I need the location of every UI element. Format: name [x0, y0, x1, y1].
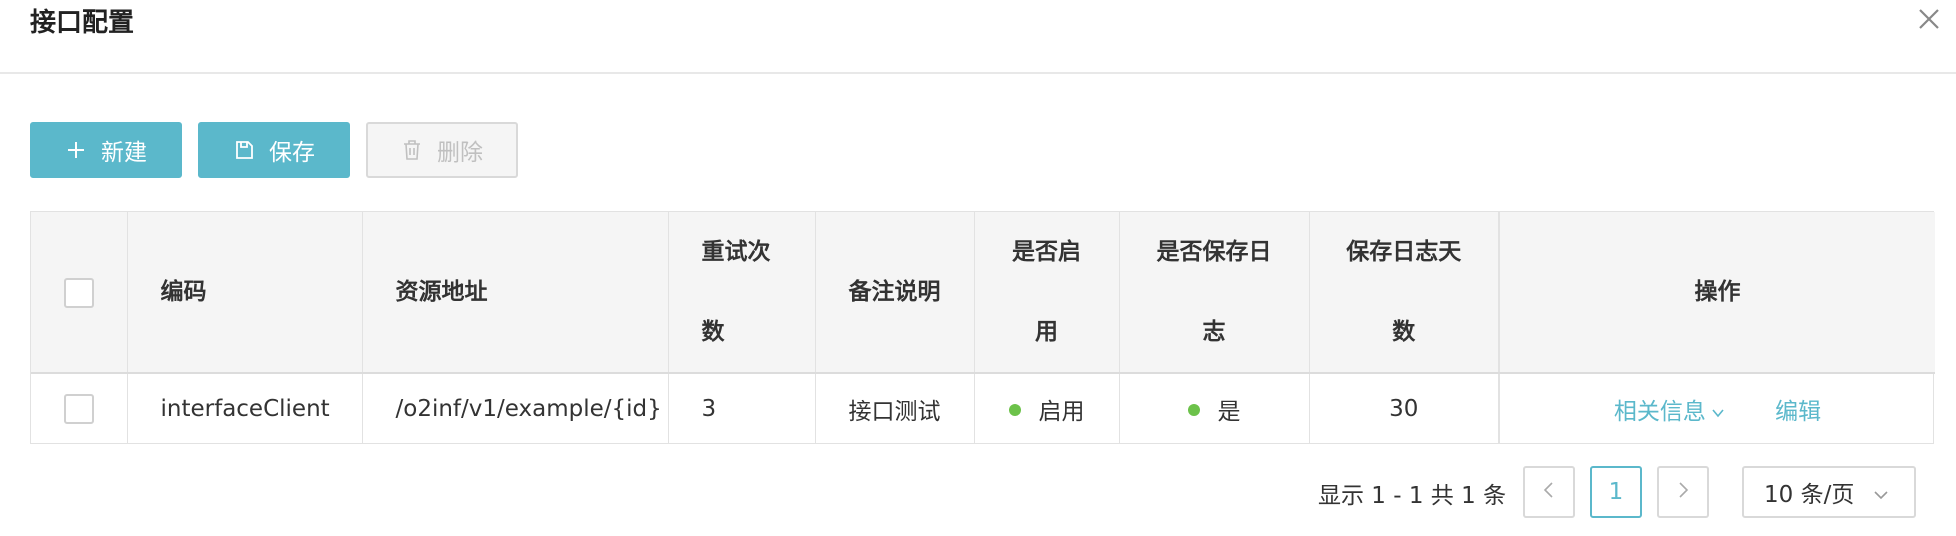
header-code: 编码 [127, 212, 363, 374]
cell-resource: /o2inf/v1/example/{id} [362, 373, 669, 443]
status-dot-icon [1187, 404, 1200, 416]
select-all-checkbox[interactable] [63, 277, 94, 308]
chevron-down-icon [1710, 401, 1726, 418]
cell-code: interfaceClient [127, 373, 363, 443]
header-save-log-line1: 是否保存日 [1156, 239, 1272, 265]
modal-title: 接口配置 [30, 8, 135, 38]
header-enabled-line1: 是否启 [1012, 239, 1081, 265]
prev-page-button[interactable] [1523, 466, 1575, 518]
header-actions: 操作 [1498, 212, 1935, 374]
status-dot-icon [1008, 404, 1021, 416]
new-button[interactable]: 新建 [30, 122, 182, 178]
cell-enabled: 启用 [974, 373, 1120, 443]
chevron-right-icon [1674, 481, 1692, 503]
close-icon[interactable] [1914, 4, 1944, 34]
cell-log-days: 30 [1309, 373, 1500, 443]
save-button[interactable]: 保存 [198, 122, 350, 178]
header-retries-line2: 数 [701, 319, 725, 345]
related-info-dropdown[interactable]: 相关信息 [1614, 399, 1733, 425]
table-header-row: 编码 资源地址 重试次 数 备注说明 是否启 用 是否保存日 志 保存日志天 数 [31, 212, 1935, 374]
cell-remark: 接口测试 [815, 373, 975, 443]
header-remark: 备注说明 [815, 212, 975, 374]
interface-table: 编码 资源地址 重试次 数 备注说明 是否启 用 是否保存日 志 保存日志天 数 [30, 211, 1935, 444]
edit-link[interactable]: 编辑 [1775, 399, 1821, 425]
related-info-label: 相关信息 [1613, 398, 1706, 425]
header-retries: 重试次 数 [668, 212, 816, 374]
header-log-days-line2: 数 [1392, 319, 1416, 345]
toolbar: 新建 保存 删除 [30, 122, 518, 178]
page-size-label: 10 条/页 [1764, 482, 1855, 508]
save-button-label: 保存 [269, 140, 315, 166]
header-enabled: 是否启 用 [974, 212, 1120, 374]
plus-icon [65, 139, 87, 161]
header-enabled-line2: 用 [1035, 319, 1058, 345]
header-save-log-line2: 志 [1202, 319, 1226, 345]
chevron-left-icon [1540, 481, 1558, 503]
header-resource: 资源地址 [362, 212, 669, 374]
row-checkbox[interactable] [63, 393, 94, 424]
header-log-days-line1: 保存日志天 [1346, 239, 1462, 265]
chevron-down-icon [1872, 484, 1890, 502]
header-retries-line1: 重试次 [701, 239, 771, 265]
page-size-select[interactable]: 10 条/页 [1742, 466, 1916, 518]
modal-header: 接口配置 [0, 0, 1956, 74]
save-icon [233, 139, 255, 161]
trash-icon [401, 139, 423, 161]
row-select-cell [31, 373, 128, 443]
delete-button-label: 删除 [437, 140, 483, 166]
page-number-button[interactable]: 1 [1590, 466, 1642, 518]
cell-save-log: 是 [1119, 373, 1310, 443]
new-button-label: 新建 [101, 140, 147, 166]
delete-button[interactable]: 删除 [366, 122, 518, 178]
cell-actions: 相关信息 编辑 [1498, 373, 1935, 443]
page-info: 显示 1 - 1 共 1 条 [1318, 483, 1507, 509]
cell-save-log-text: 是 [1217, 398, 1241, 425]
header-log-days: 保存日志天 数 [1309, 212, 1500, 374]
pagination: 显示 1 - 1 共 1 条 1 10 条/页 [0, 466, 1956, 518]
cell-enabled-text: 启用 [1038, 398, 1085, 425]
cell-retries: 3 [668, 373, 816, 443]
table-row: interfaceClient /o2inf/v1/example/{id} 3… [31, 373, 1935, 443]
header-select-all [31, 212, 128, 374]
next-page-button[interactable] [1657, 466, 1709, 518]
header-save-log: 是否保存日 志 [1119, 212, 1310, 374]
